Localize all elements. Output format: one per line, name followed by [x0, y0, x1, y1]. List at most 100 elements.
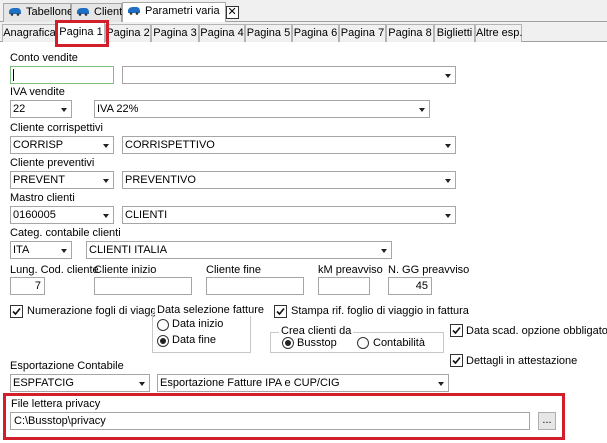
- chevron-down-icon: [445, 179, 451, 183]
- km-preavviso-input[interactable]: [318, 277, 370, 295]
- cliente-corrispettivi-select[interactable]: CORRISPETTIVO: [122, 136, 456, 154]
- cliente-preventivi-value: PREVENTIVO: [125, 174, 196, 186]
- doc-tab-clienti[interactable]: Clienti: [71, 3, 125, 22]
- dettagli-checkbox[interactable]: [450, 354, 463, 367]
- cliente-preventivi-code: PREVENT: [13, 174, 65, 186]
- data-scad-label: Data scad. opzione obbligatoria: [466, 325, 607, 337]
- check-icon: [452, 356, 461, 365]
- lung-cod-cliente-input[interactable]: 7: [10, 277, 45, 295]
- mastro-clienti-code-select[interactable]: 0160005: [10, 206, 114, 224]
- iva-vendite-value: IVA 22%: [97, 103, 139, 115]
- tab-pagina-7[interactable]: Pagina 7: [339, 24, 386, 42]
- data-selezione-label: Data selezione fatture: [155, 304, 267, 316]
- doc-tab-tabellone[interactable]: Tabellone: [3, 3, 74, 22]
- cliente-corrispettivi-label: Cliente corrispettivi: [10, 122, 103, 134]
- conto-vendite-label: Conto vendite: [10, 52, 78, 64]
- cliente-inizio-label: Cliente inizio: [94, 264, 157, 276]
- cliente-preventivi-select[interactable]: PREVENTIVO: [122, 171, 456, 189]
- file-privacy-label: File lettera privacy: [11, 398, 101, 410]
- doc-tab-label: Parametri varia: [145, 5, 220, 17]
- cliente-fine-input[interactable]: [206, 277, 304, 295]
- tab-pagina-4[interactable]: Pagina 4: [199, 24, 245, 42]
- radio-data-inizio[interactable]: [157, 319, 169, 331]
- iva-vendite-code-select[interactable]: 22: [10, 100, 72, 118]
- iva-vendite-label: IVA vendite: [10, 86, 65, 98]
- mastro-clienti-value: CLIENTI: [125, 209, 168, 221]
- esportazione-code-select[interactable]: ESPFATCIG: [10, 374, 150, 392]
- cliente-fine-label: Cliente fine: [206, 264, 262, 276]
- mastro-clienti-code: 0160005: [13, 209, 56, 221]
- mastro-clienti-label: Mastro clienti: [10, 192, 75, 204]
- categ-contabile-select[interactable]: CLIENTI ITALIA: [86, 241, 392, 259]
- chevron-down-icon: [445, 74, 451, 78]
- bus-icon: [77, 8, 89, 16]
- cliente-preventivi-code-select[interactable]: PREVENT: [10, 171, 114, 189]
- conto-vendite-code-input[interactable]: [10, 66, 114, 84]
- tab-pagina-6[interactable]: Pagina 6: [292, 24, 339, 42]
- tab-pagina-1[interactable]: Pagina 1: [57, 22, 105, 43]
- cliente-inizio-input[interactable]: [94, 277, 192, 295]
- chevron-down-icon: [103, 179, 109, 183]
- categ-contabile-label: Categ. contabile clienti: [10, 227, 121, 239]
- km-preavviso-label: kM preavviso: [318, 264, 383, 276]
- tab-pagina-3[interactable]: Pagina 3: [151, 24, 199, 42]
- check-icon: [276, 307, 285, 316]
- iva-vendite-select[interactable]: IVA 22%: [94, 100, 430, 118]
- check-icon: [12, 307, 21, 316]
- file-privacy-input[interactable]: C:\Busstop\privacy: [10, 412, 530, 430]
- chevron-down-icon: [103, 144, 109, 148]
- mastro-clienti-select[interactable]: CLIENTI: [122, 206, 456, 224]
- n-gg-preavviso-input[interactable]: 45: [388, 277, 432, 295]
- tab-anagrafica[interactable]: Anagrafica: [2, 24, 57, 42]
- crea-clienti-label: Crea clienti da: [279, 325, 354, 337]
- n-gg-preavviso-label: N. GG preavviso: [388, 264, 470, 276]
- radio-contabilita[interactable]: [357, 337, 369, 349]
- categ-contabile-code-select[interactable]: ITA: [10, 241, 72, 259]
- chevron-down-icon: [61, 108, 67, 112]
- categ-contabile-code: ITA: [13, 244, 30, 256]
- tab-biglietti[interactable]: Biglietti: [434, 24, 475, 42]
- numerazione-fogli-label: Numerazione fogli di viaggio: [27, 305, 166, 317]
- text-caret: [13, 69, 14, 81]
- bus-icon: [128, 7, 140, 15]
- chevron-down-icon: [381, 249, 387, 253]
- tab-pagina-2[interactable]: Pagina 2: [105, 24, 151, 42]
- contabilita-label: Contabilità: [373, 337, 425, 349]
- numerazione-fogli-checkbox[interactable]: [10, 305, 23, 318]
- dettagli-label: Dettagli in attestazione: [466, 355, 578, 367]
- chevron-down-icon: [438, 382, 444, 386]
- tab-altre-esp[interactable]: Altre esp.: [475, 24, 522, 42]
- stampa-rif-label: Stampa rif. foglio di viaggio in fattura: [291, 305, 469, 317]
- tab-pagina-8[interactable]: Pagina 8: [386, 24, 434, 42]
- esportazione-select[interactable]: Esportazione Fatture IPA e CUP/CIG: [157, 374, 449, 392]
- radio-data-fine[interactable]: [157, 335, 169, 347]
- iva-vendite-code: 22: [13, 103, 26, 115]
- categ-contabile-value: CLIENTI ITALIA: [89, 244, 168, 256]
- doc-tab-label: Clienti: [94, 6, 125, 18]
- busstop-label: Busstop: [297, 337, 337, 349]
- esportazione-code: ESPFATCIG: [13, 377, 74, 389]
- chevron-down-icon: [445, 214, 451, 218]
- data-fine-label: Data fine: [172, 334, 217, 346]
- data-inizio-label: Data inizio: [172, 318, 224, 330]
- chevron-down-icon: [139, 382, 145, 386]
- radio-selected-dot: [160, 338, 166, 344]
- bus-icon: [9, 8, 21, 16]
- cliente-corrispettivi-code-select[interactable]: CORRISP: [10, 136, 114, 154]
- browse-button[interactable]: ...: [538, 412, 556, 430]
- chevron-down-icon: [445, 144, 451, 148]
- stampa-rif-checkbox[interactable]: [274, 305, 287, 318]
- close-icon[interactable]: ✕: [225, 6, 239, 19]
- chevron-down-icon: [103, 214, 109, 218]
- doc-tab-parametri-varia[interactable]: Parametri varia ✕: [122, 2, 239, 22]
- data-scad-checkbox[interactable]: [450, 324, 463, 337]
- doc-tab-label: Tabellone: [26, 6, 74, 18]
- cliente-corrispettivi-value: CORRISPETTIVO: [125, 139, 215, 151]
- conto-vendite-select[interactable]: [122, 66, 456, 84]
- cliente-corrispettivi-code: CORRISP: [13, 139, 64, 151]
- lung-cod-cliente-label: Lung. Cod. cliente: [10, 264, 99, 276]
- tab-pagina-5[interactable]: Pagina 5: [245, 24, 292, 42]
- radio-busstop[interactable]: [282, 337, 294, 349]
- document-tab-bar: Tabellone Clienti Parametri varia ✕: [0, 0, 607, 22]
- esportazione-value: Esportazione Fatture IPA e CUP/CIG: [160, 377, 340, 389]
